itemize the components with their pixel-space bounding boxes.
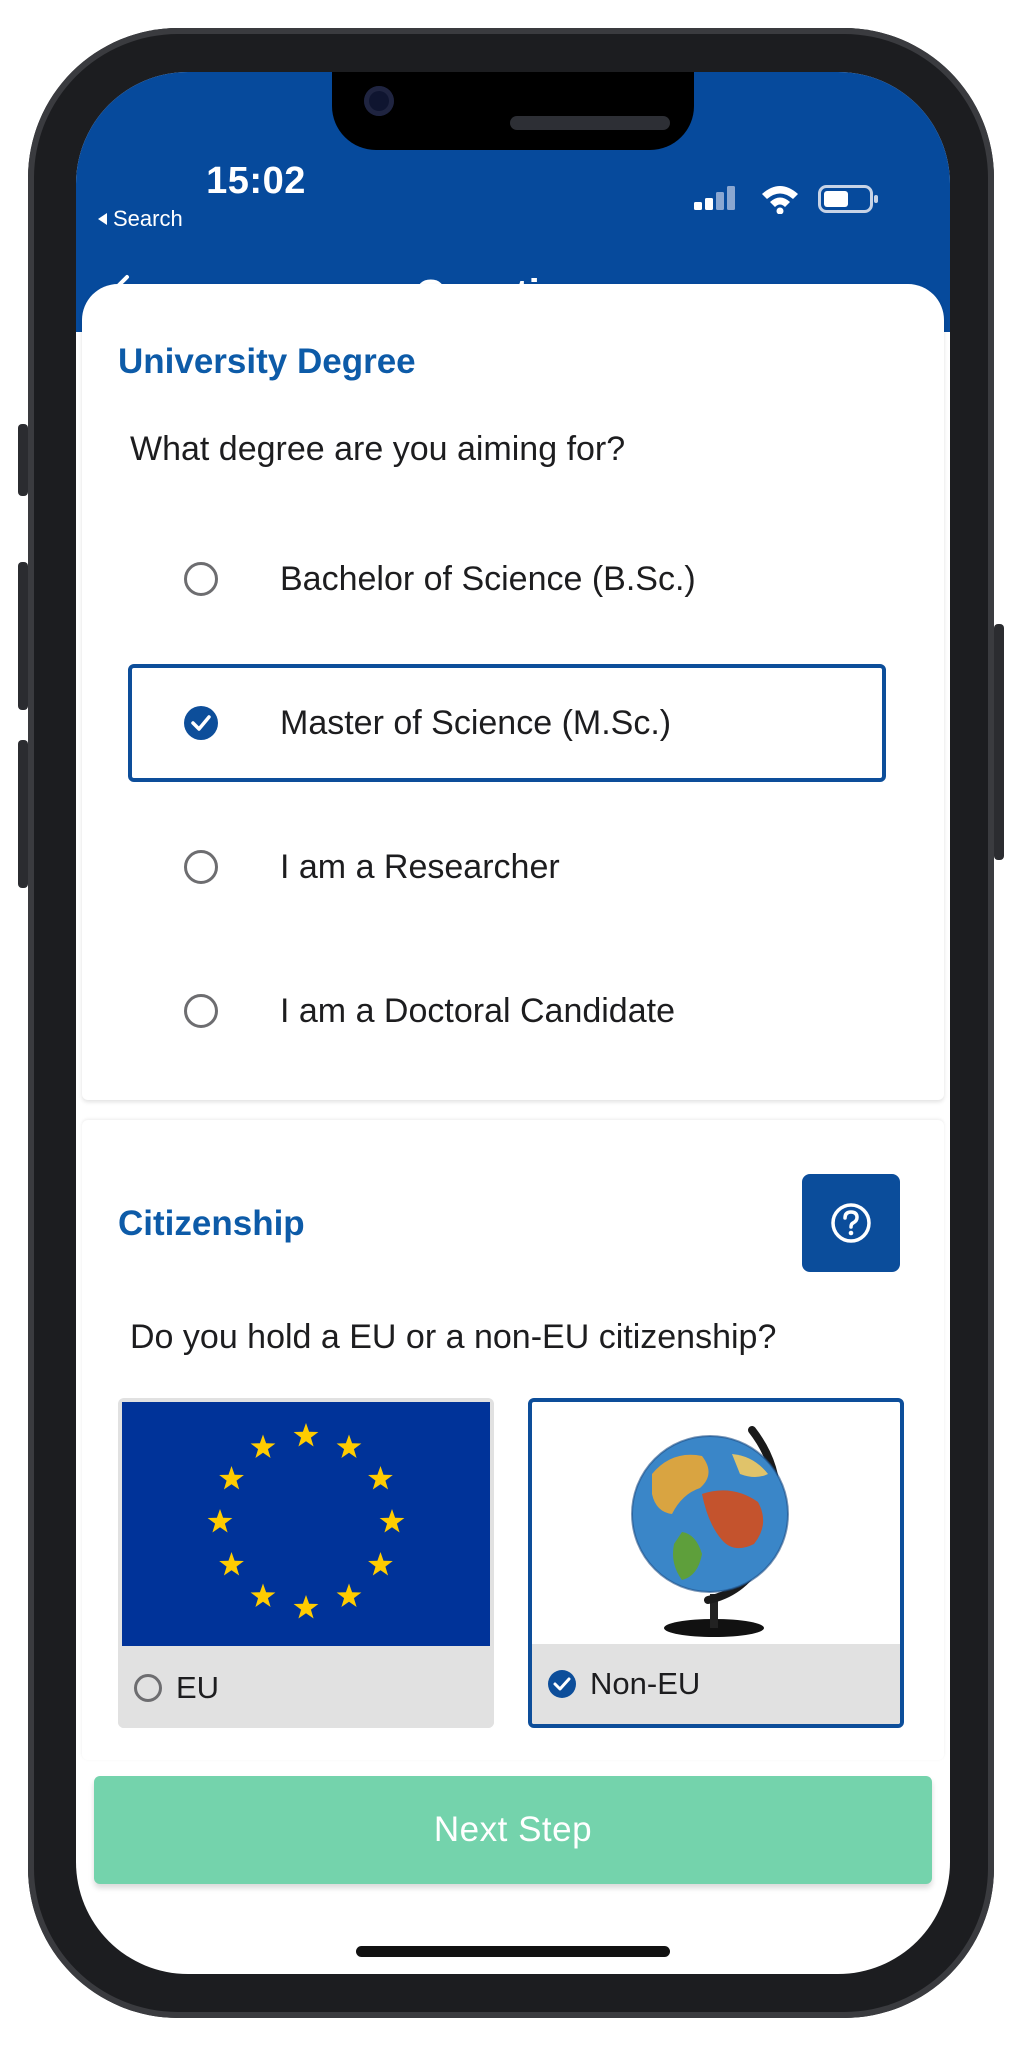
radio-unchecked-icon xyxy=(134,1674,162,1702)
back-to-app-label: Search xyxy=(113,206,183,231)
home-indicator xyxy=(356,1946,670,1957)
volume-up-button xyxy=(18,562,28,710)
degree-section-title: University Degree xyxy=(118,342,416,381)
back-to-app[interactable]: Search xyxy=(98,206,183,232)
earpiece-speaker xyxy=(510,116,670,130)
radio-unchecked-icon xyxy=(184,994,218,1028)
degree-option-bsc[interactable]: Bachelor of Science (B.Sc.) xyxy=(128,520,886,638)
next-step-button[interactable]: Next Step xyxy=(94,1776,932,1884)
choice-label: EU xyxy=(176,1670,220,1705)
radio-unchecked-icon xyxy=(184,850,218,884)
front-camera xyxy=(364,86,394,116)
degree-option-researcher[interactable]: I am a Researcher xyxy=(128,808,886,926)
checkmark-icon xyxy=(553,1677,571,1691)
radio-unchecked-icon xyxy=(184,562,218,596)
help-button[interactable] xyxy=(802,1174,900,1272)
battery-icon xyxy=(818,185,878,213)
question-mark-icon xyxy=(831,1203,871,1243)
status-time: 15:02 xyxy=(206,160,306,202)
degree-option-label: Master of Science (M.Sc.) xyxy=(280,703,672,742)
status-icons xyxy=(694,184,880,214)
mute-switch xyxy=(18,424,28,496)
wifi-icon xyxy=(762,186,798,214)
degree-option-label: Bachelor of Science (B.Sc.) xyxy=(280,559,696,598)
cellular-signal-icon xyxy=(694,186,735,210)
globe-icon xyxy=(532,1404,900,1648)
citizenship-section-title: Citizenship xyxy=(118,1204,305,1243)
degree-option-msc[interactable]: Master of Science (M.Sc.) xyxy=(128,664,886,782)
degree-option-label: I am a Doctoral Candidate xyxy=(280,991,675,1030)
citizenship-question: Do you hold a EU or a non-EU citizenship… xyxy=(130,1318,777,1356)
eu-flag-icon xyxy=(122,1402,490,1646)
radio-checked-icon xyxy=(184,706,218,740)
power-button xyxy=(994,624,1004,860)
choice-footer: Non-EU xyxy=(532,1644,900,1724)
citizenship-choice-eu[interactable]: EU xyxy=(118,1398,494,1728)
citizenship-choice-non-eu[interactable]: Non-EU xyxy=(528,1398,904,1728)
radio-checked-icon xyxy=(548,1670,576,1698)
screen: 15:02 Search Questions University Degree xyxy=(76,72,950,1974)
volume-down-button xyxy=(18,740,28,888)
degree-option-label: I am a Researcher xyxy=(280,847,560,886)
choice-label: Non-EU xyxy=(590,1666,701,1701)
degree-question: What degree are you aiming for? xyxy=(130,430,626,468)
degree-option-doctoral[interactable]: I am a Doctoral Candidate xyxy=(128,952,886,1070)
back-triangle-icon xyxy=(98,213,107,225)
choice-footer: EU xyxy=(118,1648,494,1728)
checkmark-icon xyxy=(191,715,211,731)
